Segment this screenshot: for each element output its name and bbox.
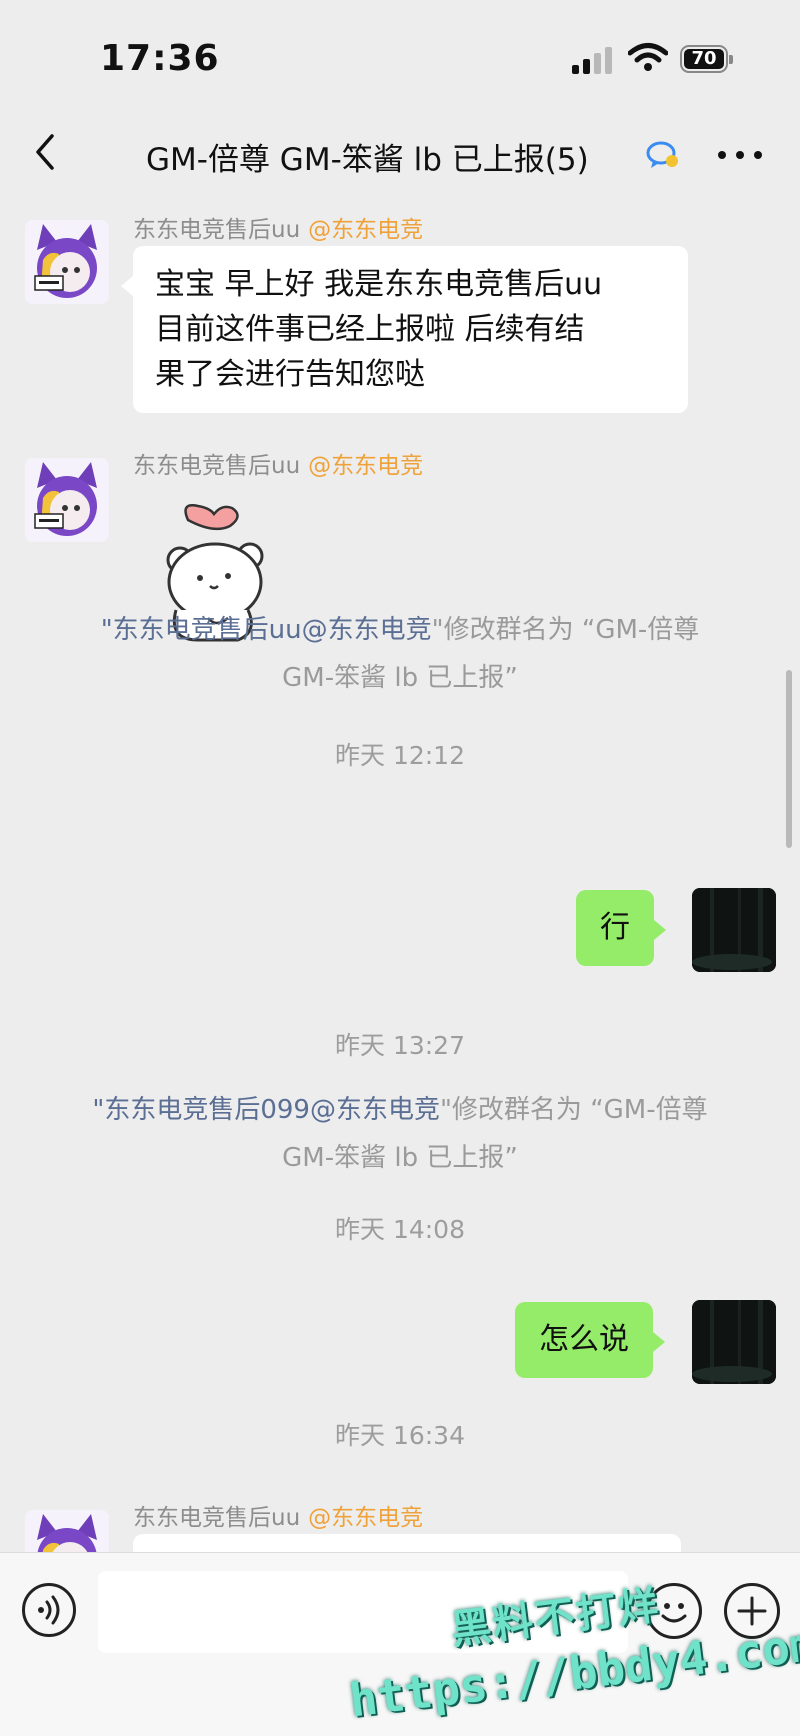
message-text: 怎么说 [539, 1322, 629, 1357]
chat-header: GM-倍尊 GM-笨酱 lb 已上报(5) [0, 110, 800, 200]
sender-org: @东东电竞 [308, 1505, 424, 1531]
smiley-icon [661, 1603, 687, 1623]
plus-icon [737, 1596, 767, 1626]
cellular-signal-icon [572, 44, 616, 74]
chat-title: GM-倍尊 GM-笨酱 lb 已上报(5) [146, 142, 589, 178]
notice-action: "修改群名为 “GM-倍尊 [431, 615, 700, 645]
avatar-cat-icon [25, 1510, 109, 1552]
notice-action: "修改群名为 “GM-倍尊 [439, 1095, 708, 1125]
message-bubble[interactable]: 宝宝 早上好 我是东东电竞售后uu 目前这件事已经上报啦 后续有结 果了会进行告… [121, 246, 688, 413]
battery-icon: 70 [680, 45, 733, 73]
message-bubble[interactable] [133, 1534, 681, 1552]
my-message-bubble[interactable]: 怎么说 [515, 1302, 665, 1378]
avatar[interactable] [25, 1510, 109, 1552]
timestamp: 昨天 16:34 [335, 1421, 465, 1450]
my-avatar[interactable] [692, 1300, 776, 1384]
chat-badge-icon [646, 141, 678, 168]
avatar[interactable] [25, 220, 109, 304]
timestamp: 昨天 14:08 [335, 1215, 465, 1244]
system-notice: "东东电竞售后099@东东电竞"修改群名为 “GM-倍尊 GM-笨酱 lb 已上… [0, 1086, 800, 1182]
notice-line: GM-笨酱 lb 已上报” [282, 663, 518, 693]
voice-icon [38, 1595, 60, 1625]
sender-name: 东东电竞售后uu @东东电竞 [133, 1498, 423, 1532]
sender-name: 东东电竞售后uu @东东电竞 [133, 210, 423, 244]
voice-input-button[interactable] [22, 1583, 76, 1637]
sender-org: @东东电竞 [308, 453, 424, 479]
emoji-button[interactable] [646, 1583, 702, 1639]
sender-label: 东东电竞售后uu [133, 453, 301, 479]
timestamp: 昨天 13:27 [335, 1031, 465, 1060]
message-text-line: 目前这件事已经上报啦 后续有结 [155, 312, 585, 347]
battery-level: 70 [684, 49, 724, 69]
input-bar [0, 1552, 800, 1736]
sender-label: 东东电竞售后uu [133, 1505, 301, 1531]
notice-line: GM-笨酱 lb 已上报” [282, 1143, 518, 1173]
message-text: 行 [600, 910, 630, 945]
wifi-icon [628, 43, 668, 71]
more-options-button[interactable] [716, 140, 766, 170]
system-notice: "东东电竞售后uu@东东电竞"修改群名为 “GM-倍尊 GM-笨酱 lb 已上报… [0, 606, 800, 702]
avatar[interactable] [25, 458, 109, 542]
message-input[interactable] [98, 1571, 628, 1653]
forest-avatar-icon [692, 1300, 776, 1384]
message-text-line: 宝宝 早上好 我是东东电竞售后uu [155, 267, 603, 302]
sender-name: 东东电竞售后uu @东东电竞 [133, 446, 423, 480]
forest-avatar-icon [692, 888, 776, 972]
sender-label: 东东电竞售后uu [133, 217, 301, 243]
notice-actor[interactable]: "东东电竞售后uu@东东电竞 [101, 615, 432, 645]
more-actions-button[interactable] [724, 1583, 780, 1639]
scrollbar[interactable] [786, 670, 792, 848]
message-list[interactable]: 东东电竞售后uu @东东电竞 宝宝 早上好 我是东东电竞售后uu 目前这件事已经上… [0, 200, 800, 1552]
my-avatar[interactable] [692, 888, 776, 972]
avatar-cat-icon [25, 458, 109, 542]
my-message-bubble[interactable]: 行 [576, 890, 666, 966]
notice-actor[interactable]: "东东电竞售后099@东东电竞 [92, 1095, 440, 1125]
sender-org: @东东电竞 [308, 217, 424, 243]
avatar-cat-icon [25, 220, 109, 304]
timestamp: 昨天 12:12 [335, 741, 465, 770]
message-text-line: 果了会进行告知您哒 [155, 357, 425, 392]
back-button[interactable] [26, 130, 70, 174]
status-bar: 17:36 70 [0, 0, 800, 110]
status-time: 17:36 [100, 38, 220, 79]
